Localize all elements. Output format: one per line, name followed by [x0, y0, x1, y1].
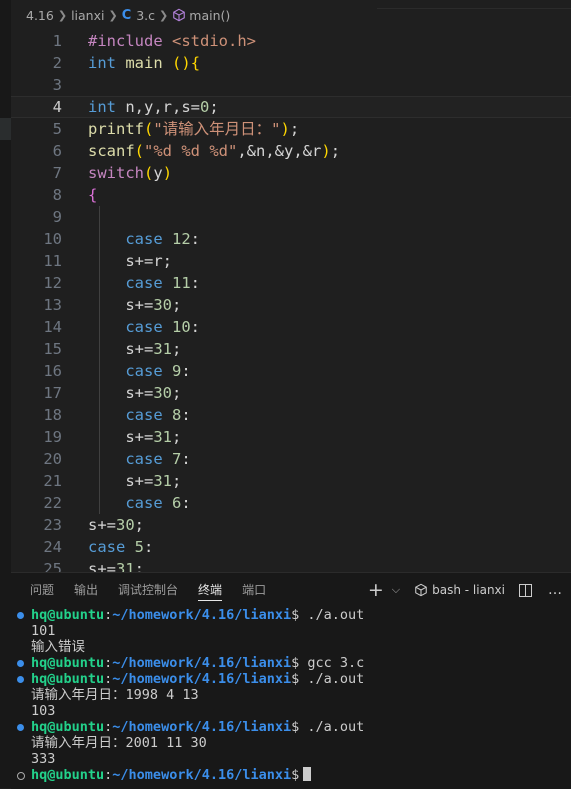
terminal-prompt-line[interactable]: hq@ubuntu:~/homework/4.16/lianxi$ — [11, 767, 571, 783]
tab-output[interactable]: 输出 — [74, 573, 98, 607]
line-number: 6 — [52, 142, 62, 160]
tab-terminal[interactable]: 终端 — [198, 573, 223, 607]
line-number: 19 — [43, 428, 62, 446]
activity-bar-edge — [0, 0, 11, 788]
code-line: 25 s+=31; — [11, 558, 571, 572]
code-line: 24 case 5: — [11, 536, 571, 558]
code-line: 15 s+=31; — [11, 338, 571, 360]
line-number: 11 — [43, 252, 62, 270]
code-line: 17 s+=30; — [11, 382, 571, 404]
code-line: 14 case 10: — [11, 316, 571, 338]
code-line: 1 #include <stdio.h> — [11, 30, 571, 52]
terminal-icon — [415, 583, 427, 597]
code-line: 18 case 8: — [11, 404, 571, 426]
line-number: 18 — [43, 406, 62, 424]
terminal-prompt-line: hq@ubuntu:~/homework/4.16/lianxi$ ./a.ou… — [11, 607, 571, 623]
terminal-prompt-line: hq@ubuntu:~/homework/4.16/lianxi$ gcc 3.… — [11, 655, 571, 671]
code-editor[interactable]: 1 #include <stdio.h> 2 int main (){ 3 4 int… — [11, 30, 571, 572]
terminal[interactable]: hq@ubuntu:~/homework/4.16/lianxi$ ./a.ou… — [11, 607, 571, 789]
c-file-icon: C — [121, 7, 132, 23]
panel-actions: + ⌵ bash - lianxi … — [368, 573, 563, 607]
terminal-prompt-line: hq@ubuntu:~/homework/4.16/lianxi$ ./a.ou… — [11, 719, 571, 735]
terminal-output-line: 333 — [31, 751, 56, 767]
line-number: 25 — [43, 560, 62, 572]
activity-bar-marker — [0, 118, 11, 140]
code-line: 22 case 6: — [11, 492, 571, 514]
line-number: 3 — [52, 76, 62, 94]
terminal-prompt-line: hq@ubuntu:~/homework/4.16/lianxi$ ./a.ou… — [11, 671, 571, 687]
terminal-output-line: 请输入年月日：1998 4 13 — [31, 687, 199, 703]
tab-debug-console[interactable]: 调试控制台 — [118, 573, 178, 607]
more-icon[interactable]: … — [548, 582, 563, 598]
chevron-right-icon: ❯ — [108, 8, 118, 22]
terminal-output-line: 103 — [31, 703, 56, 719]
line-number: 16 — [43, 362, 62, 380]
line-number: 13 — [43, 296, 62, 314]
line-number: 10 — [43, 230, 62, 248]
code-line: 2 int main (){ — [11, 52, 571, 74]
chevron-right-icon: ❯ — [57, 8, 68, 22]
terminal-name: bash - lianxi — [432, 583, 505, 597]
breadcrumb-symbol[interactable]: main() — [189, 8, 230, 23]
code-line: 16 case 9: — [11, 360, 571, 382]
breadcrumb-folder[interactable]: 4.16 — [26, 8, 54, 23]
line-number: 24 — [43, 538, 62, 556]
plus-icon[interactable]: + — [368, 579, 384, 601]
line-number: 21 — [43, 472, 62, 490]
code-line: 12 case 11: — [11, 272, 571, 294]
chevron-right-icon: ❯ — [159, 8, 169, 22]
code-line: 3 — [11, 74, 571, 96]
terminal-output-line: 101 — [31, 623, 56, 639]
code-line: 10 case 12: — [11, 228, 571, 250]
code-line: 13 s+=30; — [11, 294, 571, 316]
line-number: 15 — [43, 340, 62, 358]
command-status-icon — [17, 660, 24, 667]
line-number: 2 — [52, 54, 62, 72]
symbol-method-icon — [173, 8, 186, 22]
tab-problems[interactable]: 问题 — [30, 573, 54, 607]
terminal-output-line: 请输入年月日：2001 11 30 — [31, 735, 207, 751]
terminal-selector[interactable]: bash - lianxi — [414, 583, 515, 597]
chevron-down-icon[interactable]: ⌵ — [392, 583, 400, 597]
line-number: 23 — [43, 516, 62, 534]
terminal-output-line: 输入错误 — [31, 639, 85, 655]
code-line: 11 s+=r; — [11, 250, 571, 272]
bottom-panel: 问题 输出 调试控制台 终端 端口 + ⌵ bash - lianxi … hq… — [11, 572, 571, 789]
breadcrumb-file[interactable]: 3.c — [136, 8, 155, 23]
code-line: 6 scanf("%d %d %d",&n,&y,&r); — [11, 140, 571, 162]
code-line: 23 s+=30; — [11, 514, 571, 536]
line-number: 12 — [43, 274, 62, 292]
line-number: 8 — [52, 186, 62, 204]
command-status-icon — [17, 772, 25, 780]
breadcrumb: 4.16 ❯ lianxi ❯ C 3.c ❯ main() — [11, 0, 571, 30]
line-number: 5 — [52, 120, 62, 138]
line-number: 14 — [43, 318, 62, 336]
terminal-cursor — [303, 767, 312, 781]
breadcrumb-subfolder[interactable]: lianxi — [71, 8, 104, 23]
code-line: 7 switch(y) — [11, 162, 571, 184]
tab-ports[interactable]: 端口 — [242, 573, 266, 607]
code-line-current: 4 int n,y,r,s=0; — [11, 96, 571, 118]
code-line: 20 case 7: — [11, 448, 571, 470]
code-line: 9 — [11, 206, 571, 228]
split-icon[interactable] — [519, 583, 532, 597]
line-number: 1 — [52, 32, 62, 50]
command-status-icon — [17, 612, 24, 619]
line-number: 20 — [43, 450, 62, 468]
line-number: 22 — [43, 494, 62, 512]
command-status-icon — [17, 724, 24, 731]
code-line: 21 s+=31; — [11, 470, 571, 492]
line-number: 4 — [52, 98, 62, 116]
code-line: 5 printf("请输入年月日："); — [11, 118, 571, 140]
command-status-icon — [17, 676, 24, 683]
code-line: 8{ — [11, 184, 571, 206]
code-line: 19 s+=31; — [11, 426, 571, 448]
line-number: 9 — [52, 208, 62, 226]
line-number: 7 — [52, 164, 62, 182]
line-number: 17 — [43, 384, 62, 402]
